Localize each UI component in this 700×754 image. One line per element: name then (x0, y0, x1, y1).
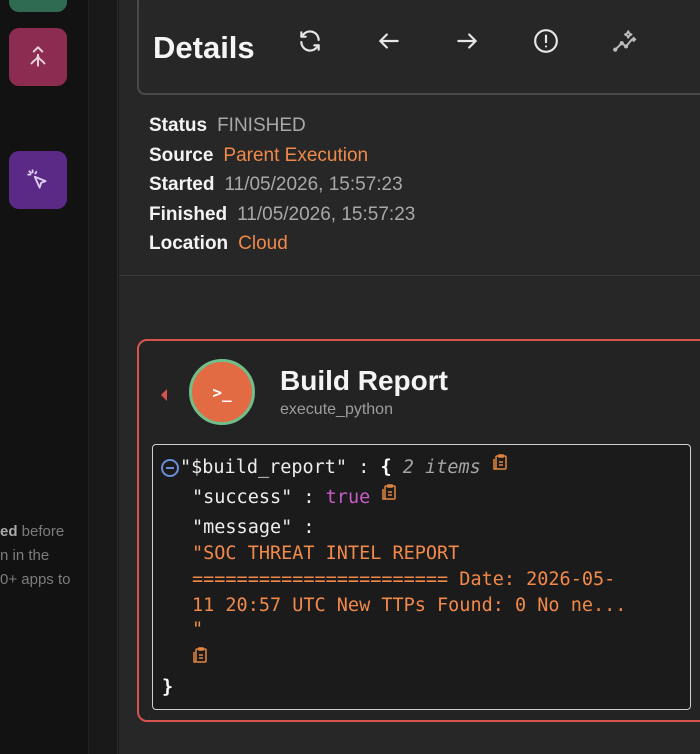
json-open-brace: { (380, 457, 392, 478)
copy-icon[interactable] (381, 483, 397, 501)
node-title: Build Report (280, 365, 448, 396)
json-message-key-line: "message" : (192, 517, 315, 538)
rail-app-button-green[interactable] (9, 0, 67, 12)
secondary-rail (88, 0, 118, 754)
json-message-key: "message" (192, 517, 293, 538)
sidebar-hint-text: ed before n in the 0+ apps to (0, 520, 88, 592)
merge-app-button[interactable] (9, 28, 67, 86)
details-panel: Details Status FINISHED Source Parent Ex… (119, 0, 700, 754)
json-success-value: true (325, 487, 371, 508)
json-message-line-2: ======================= Date: 2026-05- (192, 569, 616, 590)
meta-finished-value: 11/05/2026, 15:57:23 (237, 203, 416, 225)
sidebar-hint-line-2: n in the (0, 547, 50, 564)
meta-started-label: Started (149, 174, 215, 195)
cursor-click-icon (27, 169, 47, 189)
meta-location-row: Location Cloud (149, 229, 415, 259)
node-avatar: >_ (189, 359, 255, 425)
left-rail: ed before n in the 0+ apps to (0, 0, 88, 754)
json-message-line-1: "SOC THREAT INTEL REPORT (192, 543, 460, 564)
refresh-icon (300, 30, 320, 52)
meta-location-link[interactable]: Cloud (238, 233, 288, 254)
json-root-line: "$build_report" : { 2 items (180, 453, 508, 478)
node-action-name: execute_python (280, 401, 393, 418)
click-app-button[interactable] (9, 151, 67, 209)
refresh-button[interactable] (295, 26, 325, 56)
alert-button[interactable] (531, 26, 561, 56)
details-header-card: Details (137, 0, 700, 95)
json-message-colon: : (303, 517, 315, 538)
sidebar-hint-bold: ed (0, 523, 18, 540)
json-root-colon: : (358, 457, 370, 478)
json-message-copy (192, 646, 208, 671)
json-success-key: "success" (192, 487, 293, 508)
meta-finished-row: Finished 11/05/2026, 15:57:23 (149, 200, 415, 230)
json-success-line: "success" : true (192, 483, 397, 508)
details-title: Details (153, 30, 255, 65)
collapse-object-icon[interactable] (161, 459, 179, 477)
meta-source-row: Source Parent Execution (149, 141, 415, 171)
json-success-colon: : (303, 487, 315, 508)
alert-circle-icon (534, 29, 558, 53)
node-result-card: >_ Build Report execute_python "$build_r… (137, 339, 700, 722)
execution-meta: Status FINISHED Source Parent Execution St… (149, 111, 415, 259)
section-divider (119, 275, 700, 276)
json-viewer: "$build_report" : { 2 items "success" : … (152, 444, 691, 710)
meta-started-row: Started 11/05/2026, 15:57:23 (149, 170, 415, 200)
json-close-brace: } (162, 677, 174, 698)
json-message-line-4: " (192, 619, 204, 640)
meta-status-row: Status FINISHED (149, 111, 415, 141)
meta-started-value: 11/05/2026, 15:57:23 (224, 174, 403, 195)
next-button[interactable] (452, 26, 482, 56)
previous-button[interactable] (374, 26, 404, 56)
meta-finished-label: Finished (149, 203, 228, 225)
meta-source-label: Source (149, 144, 214, 166)
terminal-icon: >_ (212, 382, 232, 402)
arrow-right-icon (457, 33, 477, 49)
meta-status-value: FINISHED (217, 115, 306, 136)
insights-button[interactable] (610, 26, 640, 56)
json-root-key: "$build_report" (180, 457, 348, 478)
copy-icon[interactable] (492, 453, 508, 471)
sidebar-hint-line-1: before (17, 523, 65, 540)
meta-location-label: Location (149, 233, 229, 254)
merge-icon (30, 46, 46, 67)
meta-source-link[interactable]: Parent Execution (223, 145, 368, 166)
json-message-line-3: 11 20:57 UTC New TTPs Found: 0 No ne... (192, 595, 627, 616)
json-item-count: 2 items (402, 457, 481, 478)
collapse-caret-icon[interactable] (161, 389, 167, 401)
copy-icon[interactable] (192, 646, 208, 664)
magic-chart-icon (613, 30, 637, 52)
meta-status-label: Status (149, 115, 208, 136)
arrow-left-icon (379, 33, 399, 49)
sidebar-hint-line-3: 0+ apps to (0, 571, 71, 588)
